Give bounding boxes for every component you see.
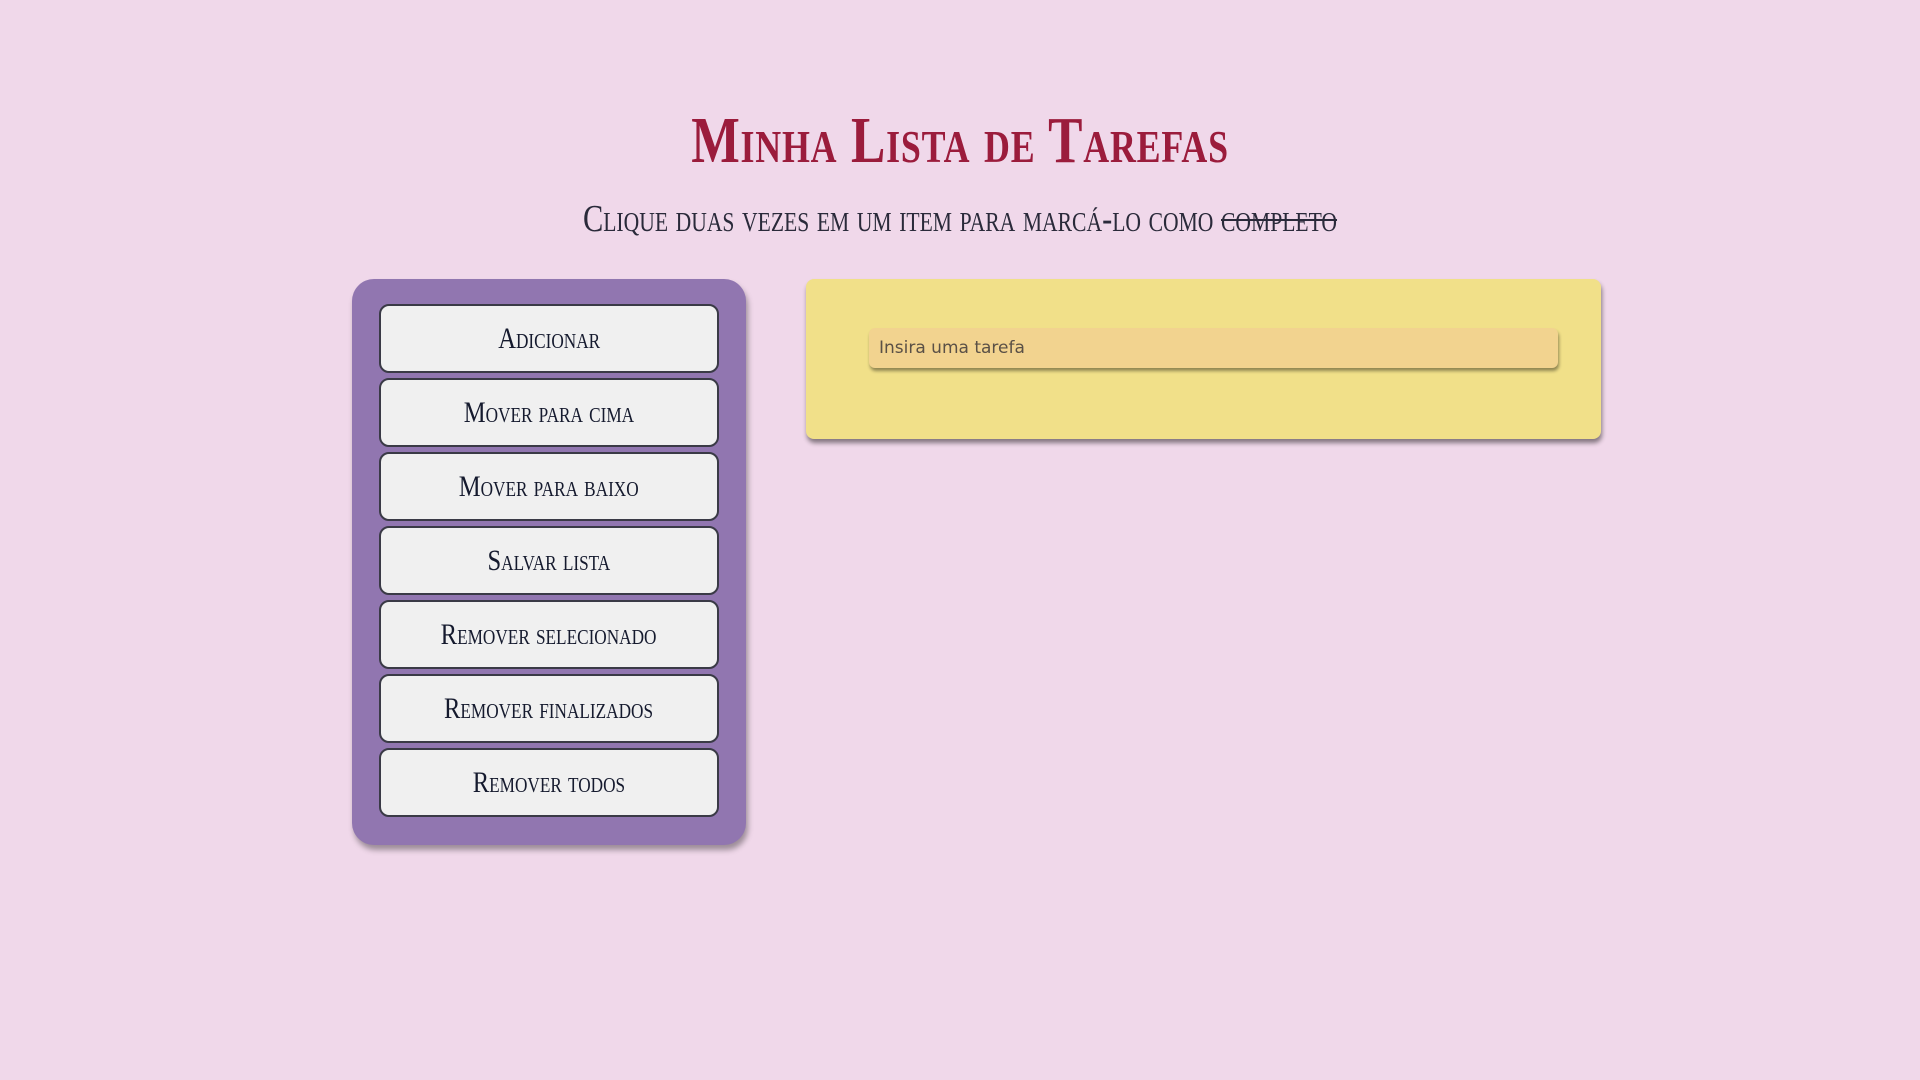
task-list-panel [806,279,1601,439]
instruction-text: Clique duas vezes em um item para marcá-… [192,196,1728,242]
remove-selected-button-label: Remover selecionado [441,618,657,651]
save-list-button[interactable]: Salvar lista [379,526,719,595]
remove-all-button[interactable]: Remover todos [379,748,719,817]
page-title: Minha Lista de Tarefas [691,104,1229,178]
controls-panel: Adicionar Mover para cima Mover para bai… [352,279,746,845]
instruction-prefix: Clique duas vezes em um item para marcá-… [582,198,1221,240]
add-button[interactable]: Adicionar [379,304,719,373]
remove-finished-button-label: Remover finalizados [444,692,654,725]
remove-selected-button[interactable]: Remover selecionado [379,600,719,669]
remove-all-button-label: Remover todos [472,766,626,799]
save-list-button-label: Salvar lista [487,544,611,577]
move-down-button[interactable]: Mover para baixo [379,452,719,521]
move-down-button-label: Mover para baixo [459,470,639,503]
move-up-button[interactable]: Mover para cima [379,378,719,447]
instruction-struck-word: completo [1221,198,1338,240]
remove-finished-button[interactable]: Remover finalizados [379,674,719,743]
task-input[interactable] [869,328,1558,368]
add-button-label: Adicionar [498,322,600,355]
move-up-button-label: Mover para cima [463,396,635,429]
